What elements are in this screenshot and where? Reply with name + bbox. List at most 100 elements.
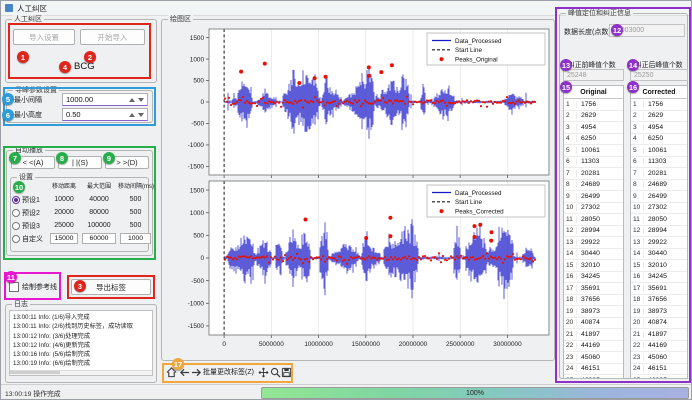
table-row[interactable]: 611303 — [631, 157, 687, 169]
table-row[interactable]: 1634245 — [564, 272, 623, 284]
table-row[interactable]: 1228994 — [631, 226, 687, 238]
reference-line-label: 绘制参考线 — [22, 282, 57, 292]
svg-text:500: 500 — [193, 233, 204, 240]
table-row[interactable]: 1329922 — [564, 237, 623, 249]
table-row[interactable]: 1027302 — [631, 203, 687, 215]
preset-radio-预设2[interactable]: 预设2 — [11, 207, 48, 218]
table-row[interactable]: 2141897 — [564, 329, 623, 341]
radio-icon[interactable] — [12, 235, 20, 243]
table-row[interactable]: 1837656 — [564, 295, 623, 307]
table-row[interactable]: 611303 — [564, 157, 623, 169]
table-row[interactable]: 926499 — [564, 191, 623, 203]
corrected-header[interactable]: Corrected — [631, 86, 687, 99]
table-row[interactable]: 720281 — [564, 168, 623, 180]
min-height-spinbox[interactable]: 0.50 — [62, 108, 148, 121]
peak-value: 44169 — [577, 342, 600, 349]
preset-radio-预设3[interactable]: 预设3 — [11, 220, 48, 231]
table-row[interactable]: 2345060 — [631, 352, 687, 364]
forward-arrow-icon[interactable] — [190, 366, 203, 379]
preset-radio-自定义[interactable]: 自定义 — [11, 233, 48, 244]
table-row[interactable]: 1228994 — [564, 226, 623, 238]
original-peaks-table[interactable]: Original 1175622629349544625051006161130… — [563, 85, 624, 379]
table-row[interactable]: 2141897 — [631, 329, 687, 341]
spin-arrows-icon[interactable] — [129, 113, 144, 117]
table-row[interactable]: 1532010 — [564, 260, 623, 272]
row-index: 22 — [564, 342, 577, 349]
annotation-badge-10: 10 — [13, 181, 25, 193]
table-row[interactable]: 22629 — [564, 111, 623, 123]
peak-value: 41897 — [644, 331, 667, 338]
table-row[interactable]: 824689 — [564, 180, 623, 192]
save-icon[interactable] — [280, 366, 293, 379]
min-interval-spinbox[interactable]: 1000.00 — [62, 93, 148, 106]
table-row[interactable]: 1532010 — [631, 260, 687, 272]
table-row[interactable]: 1430440 — [631, 249, 687, 261]
radio-icon[interactable] — [12, 196, 20, 204]
table-row[interactable]: 2244169 — [564, 341, 623, 353]
svg-text:30000000: 30000000 — [493, 341, 522, 348]
table-row[interactable]: 510061 — [631, 145, 687, 157]
table-row[interactable]: 1027302 — [564, 203, 623, 215]
svg-text:-1500: -1500 — [188, 323, 205, 330]
original-header[interactable]: Original — [564, 86, 623, 99]
table-row[interactable]: 46250 — [631, 134, 687, 146]
log-horizontal-scrollbar[interactable] — [10, 370, 152, 375]
annotation-badge-5: 5 — [2, 93, 14, 105]
table-row[interactable]: 1735691 — [564, 283, 623, 295]
table-row[interactable]: 46250 — [564, 134, 623, 146]
preset-radio-预设1[interactable]: 预设1 — [11, 194, 48, 205]
row-index: 21 — [631, 331, 644, 338]
radio-icon[interactable] — [12, 222, 20, 230]
radio-icon[interactable] — [12, 209, 20, 217]
table-row[interactable]: 2244169 — [631, 341, 687, 353]
table-row[interactable]: 1938973 — [564, 306, 623, 318]
table-row[interactable]: 824689 — [631, 180, 687, 192]
log-list[interactable]: 13:00:11 Info: (1/6)导入完成13:00:11 Info: (… — [9, 310, 153, 376]
table-row[interactable]: 22629 — [631, 111, 687, 123]
checkbox-icon[interactable] — [9, 282, 19, 292]
table-row[interactable]: 11756 — [631, 99, 687, 111]
table-row[interactable]: 1837656 — [631, 295, 687, 307]
table-row[interactable]: 34954 — [631, 122, 687, 134]
custom-input-3-0[interactable]: 15000 — [50, 233, 78, 244]
table-row[interactable]: 1938973 — [631, 306, 687, 318]
reference-line-checkbox[interactable]: 绘制参考线 — [9, 282, 57, 292]
custom-input-3-1[interactable]: 60000 — [82, 233, 116, 244]
peak-value: 46995 — [644, 377, 667, 379]
table-row[interactable]: 1329922 — [631, 237, 687, 249]
table-row[interactable]: 926499 — [631, 191, 687, 203]
table-row[interactable]: 2546995 — [631, 375, 687, 379]
table-row[interactable]: 2546995 — [564, 375, 623, 379]
peak-value: 45060 — [577, 354, 600, 361]
table-row[interactable]: 2446151 — [564, 364, 623, 376]
plot-canvas[interactable]: 150010005000-500-1000-1500Data_Processed… — [163, 23, 553, 361]
svg-text:1500: 1500 — [190, 187, 205, 194]
table-row[interactable]: 2446151 — [631, 364, 687, 376]
table-row[interactable]: 1430440 — [564, 249, 623, 261]
table-row[interactable]: 1634245 — [631, 272, 687, 284]
table-row[interactable]: 2345060 — [564, 352, 623, 364]
min-interval-label: 最小间隔 — [14, 95, 42, 105]
table-row[interactable]: 720281 — [631, 168, 687, 180]
table-row[interactable]: 2040874 — [631, 318, 687, 330]
custom-input-3-2[interactable]: 1000 — [120, 233, 151, 244]
table-row[interactable]: 1735691 — [631, 283, 687, 295]
table-row[interactable]: 34954 — [564, 122, 623, 134]
annotation-badge-11: 11 — [5, 271, 17, 283]
peak-value: 20281 — [577, 170, 600, 177]
row-index: 12 — [564, 227, 577, 234]
peak-value: 27302 — [644, 204, 667, 211]
batch-edit-labels-button[interactable]: 批量更改标签(Z) — [203, 367, 254, 377]
table-row[interactable]: 510061 — [564, 145, 623, 157]
table-row[interactable]: 2040874 — [564, 318, 623, 330]
table-row[interactable]: 1128050 — [631, 214, 687, 226]
table-row[interactable]: 11756 — [564, 99, 623, 111]
import-settings-button[interactable]: 导入设置 — [13, 29, 75, 45]
peak-value: 2629 — [577, 112, 596, 119]
row-index: 23 — [564, 354, 577, 361]
corrected-peaks-table[interactable]: Corrected 117562262934954462505100616113… — [630, 85, 688, 379]
spin-arrows-icon[interactable] — [129, 98, 144, 102]
table-row[interactable]: 1128050 — [564, 214, 623, 226]
peak-value: 35691 — [644, 285, 667, 292]
start-import-button[interactable]: 开始导入 — [80, 29, 145, 45]
